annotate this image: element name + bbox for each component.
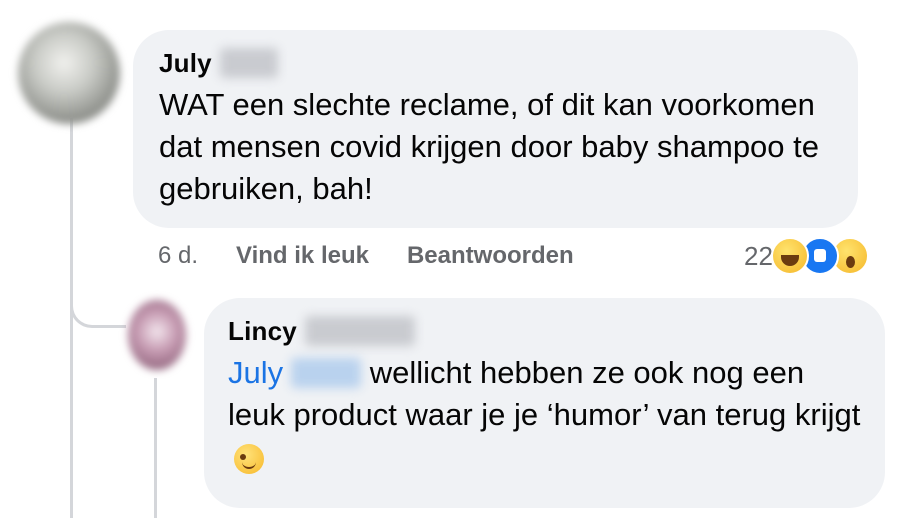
comment-bubble: July WAT een slechte reclame, of dit kan… (133, 30, 858, 228)
reply-thread-line (154, 378, 157, 518)
haha-icon (770, 237, 809, 275)
reply-text: July wellicht hebben ze ook nog een leuk… (228, 352, 861, 478)
reply-avatar[interactable] (128, 300, 186, 370)
reply-bubble: Lincy July wellicht hebben ze ook nog ee… (204, 298, 885, 508)
redacted-name (304, 316, 415, 346)
reply-button[interactable]: Beantwoorden (407, 242, 574, 270)
mention-name: July (228, 355, 284, 390)
comment-timestamp[interactable]: 6 d. (158, 242, 198, 270)
reactions-summary[interactable]: 22 (744, 236, 869, 276)
redacted-name (219, 48, 278, 78)
comment-text: WAT een slechte reclame, of dit kan voor… (159, 87, 820, 206)
like-button[interactable]: Vind ik leuk (236, 242, 369, 270)
thread-branch-line (70, 284, 126, 328)
comment-author[interactable]: July (159, 48, 212, 79)
redacted-mention (291, 358, 362, 388)
comment-actions: 6 d. Vind ik leuk Beantwoorden (158, 238, 574, 274)
avatar[interactable] (18, 22, 120, 124)
thread-line (70, 118, 73, 518)
reaction-count: 22 (744, 240, 773, 271)
mention-link[interactable]: July (228, 352, 362, 394)
winking-face-icon (234, 443, 264, 474)
reply-author[interactable]: Lincy (228, 316, 297, 347)
